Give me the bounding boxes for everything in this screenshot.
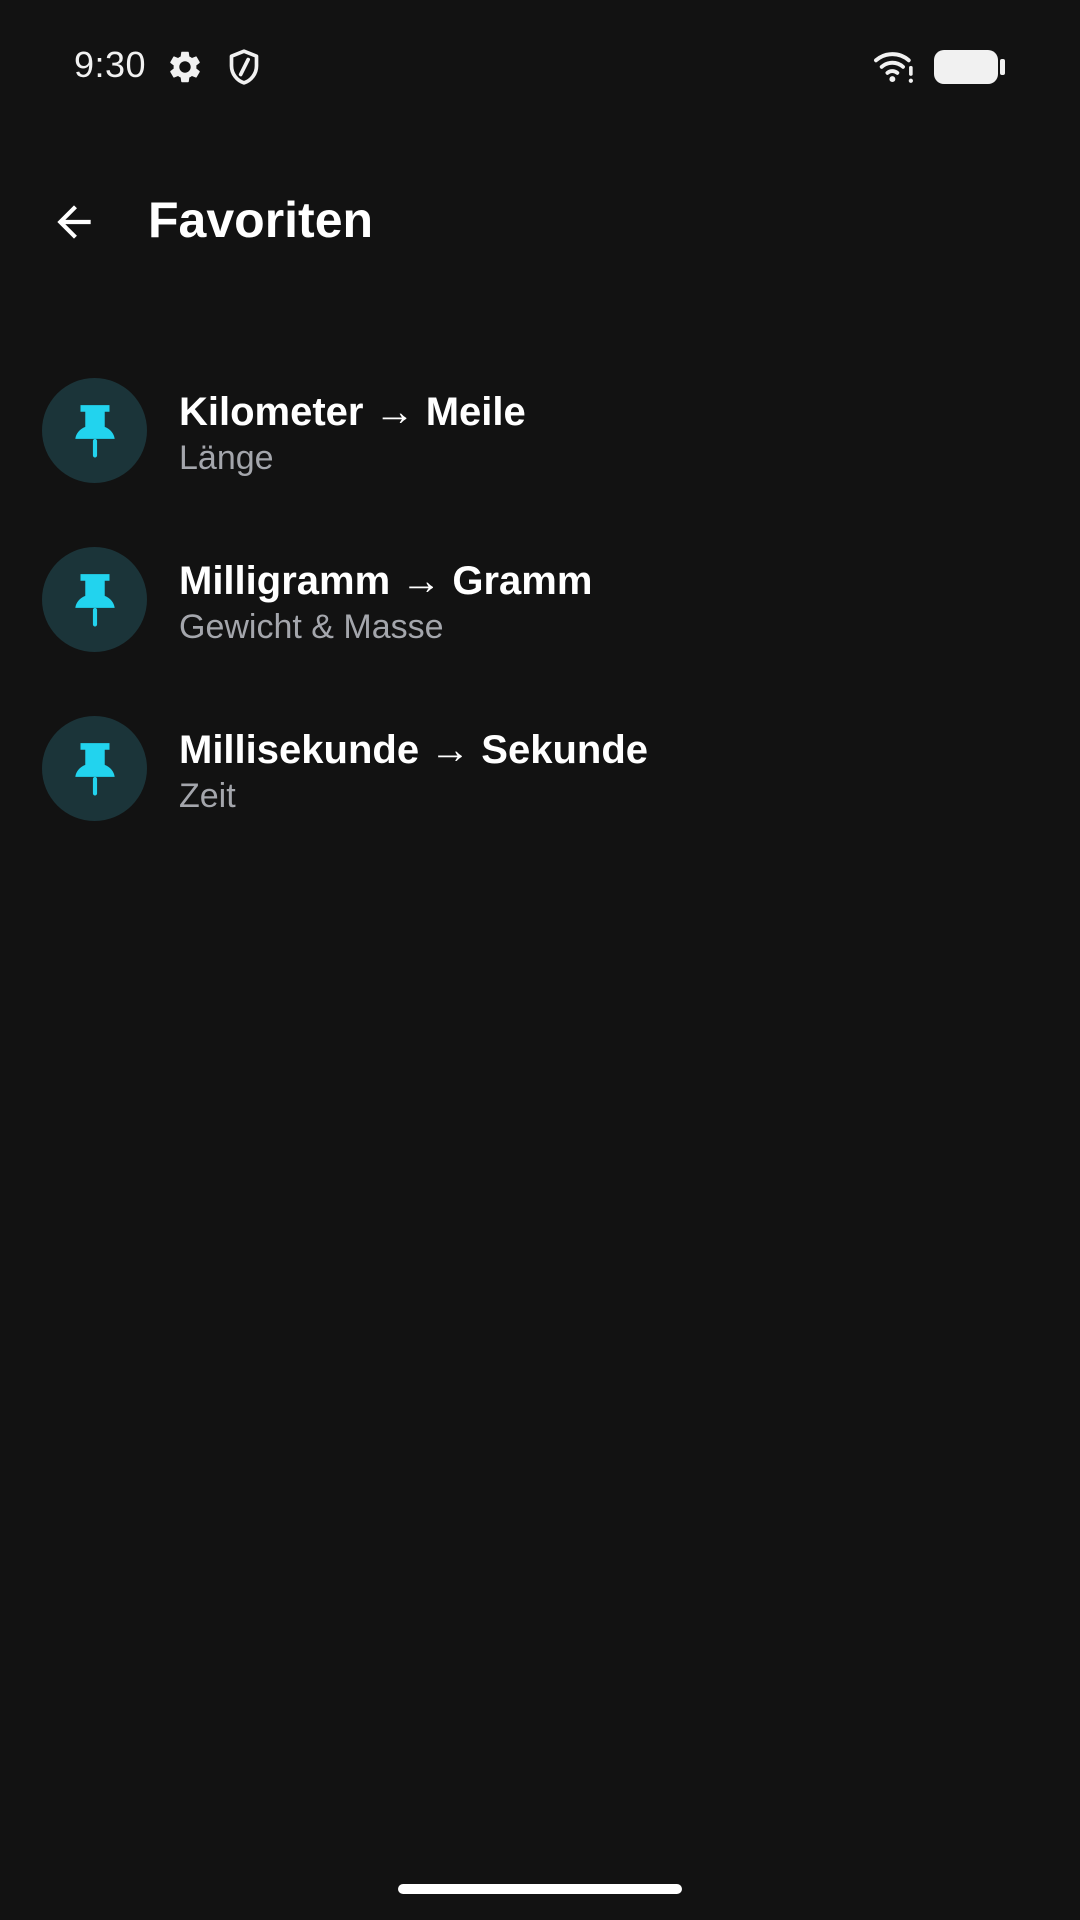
pin-avatar bbox=[42, 547, 147, 652]
pin-avatar bbox=[42, 378, 147, 483]
favorites-screen: 9:30 Favoriten Kilometer → Meile Länge M… bbox=[0, 0, 1080, 1920]
list-item-title: Millisekunde → Sekunde bbox=[179, 728, 649, 772]
list-item[interactable]: Kilometer → Meile Länge bbox=[0, 362, 1080, 531]
list-item[interactable]: Millisekunde → Sekunde Zeit bbox=[0, 700, 1080, 869]
arrow-left-icon bbox=[57, 205, 91, 239]
pin-icon bbox=[74, 404, 115, 458]
pin-icon bbox=[74, 742, 115, 796]
list-item-subtitle: Gewicht & Masse bbox=[179, 608, 444, 646]
pin-avatar bbox=[42, 716, 147, 821]
list-item-subtitle: Zeit bbox=[179, 777, 236, 815]
list-item[interactable]: Milligramm → Gramm Gewicht & Masse bbox=[0, 531, 1080, 700]
back-button[interactable] bbox=[36, 184, 112, 260]
favorites-list: Kilometer → Meile Länge Milligramm → Gra… bbox=[0, 362, 1080, 869]
app-bar: Favoriten bbox=[0, 170, 1080, 270]
gear-icon bbox=[170, 51, 200, 83]
status-time: 9:30 bbox=[74, 44, 147, 85]
battery-icon bbox=[934, 50, 1005, 84]
list-item-title: Milligramm → Gramm bbox=[179, 559, 593, 603]
wifi-alert-icon bbox=[874, 52, 913, 83]
pin-icon bbox=[74, 573, 115, 627]
list-item-text: Kilometer → Meile Länge bbox=[179, 388, 1040, 480]
list-item-text: Millisekunde → Sekunde Zeit bbox=[179, 726, 1040, 818]
shield-icon bbox=[229, 49, 259, 85]
list-item-text: Milligramm → Gramm Gewicht & Masse bbox=[179, 557, 1040, 649]
page-title: Favoriten bbox=[148, 192, 374, 248]
list-item-subtitle: Länge bbox=[179, 439, 274, 477]
status-bar: 9:30 bbox=[0, 0, 1080, 130]
list-item-title: Kilometer → Meile bbox=[179, 390, 526, 434]
home-indicator[interactable] bbox=[398, 1884, 682, 1894]
